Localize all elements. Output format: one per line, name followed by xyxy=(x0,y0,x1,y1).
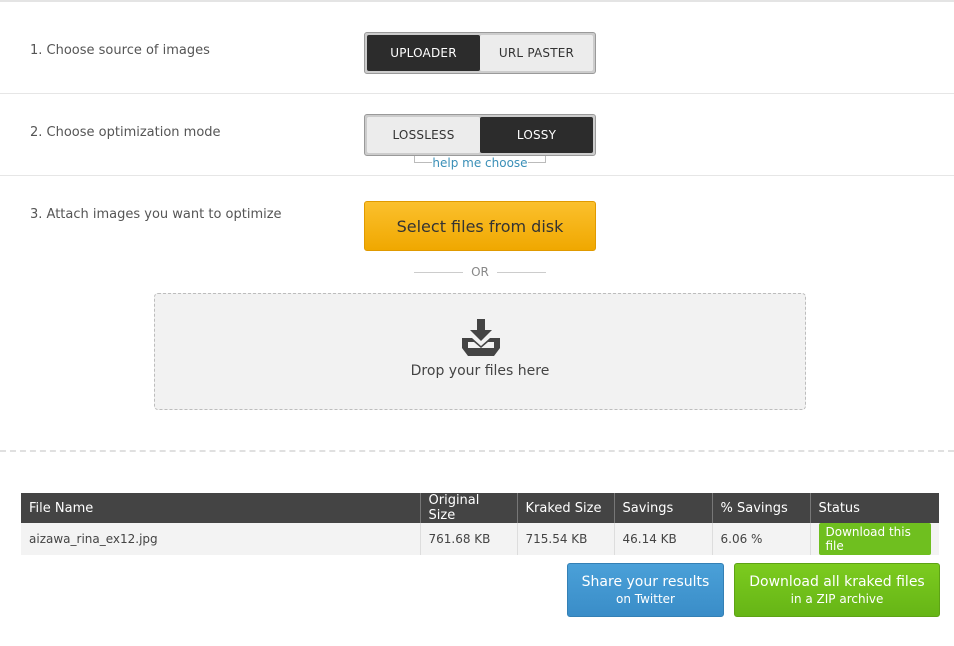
cell-original-size: 761.68 KB xyxy=(420,523,518,555)
url-paster-option[interactable]: URL PASTER xyxy=(480,35,593,71)
cell-file-name: aizawa_rina_ex12.jpg xyxy=(21,523,421,555)
cell-savings: 46.14 KB xyxy=(614,523,713,555)
dropzone[interactable]: Drop your files here xyxy=(154,293,806,410)
share-button-title: Share your results xyxy=(581,574,710,590)
or-label: OR xyxy=(471,265,489,279)
mode-toggle: LOSSLESS LOSSY xyxy=(364,114,596,156)
lossy-option[interactable]: LOSSY xyxy=(480,117,593,153)
step-attach-label: 3. Attach images you want to optimize xyxy=(30,207,282,222)
table-row: aizawa_rina_ex12.jpg 761.68 KB 715.54 KB… xyxy=(21,523,939,555)
cell-kraked-size: 715.54 KB xyxy=(517,523,615,555)
or-separator: OR xyxy=(414,264,547,280)
section-separator xyxy=(0,450,954,452)
divider xyxy=(0,93,954,94)
col-kraked-size: Kraked Size xyxy=(517,493,615,523)
help-choose-wrap: help me choose xyxy=(414,154,546,170)
col-percent-savings: % Savings xyxy=(712,493,811,523)
help-me-choose-link[interactable]: help me choose xyxy=(414,156,546,170)
cell-percent-savings: 6.06 % xyxy=(712,523,811,555)
download-file-button[interactable]: Download this file xyxy=(818,523,931,555)
col-file-name: File Name xyxy=(21,493,421,523)
col-savings: Savings xyxy=(614,493,713,523)
step-source-label: 1. Choose source of images xyxy=(30,43,210,58)
share-twitter-button[interactable]: Share your results on Twitter xyxy=(567,563,724,617)
col-status: Status xyxy=(810,493,939,523)
col-original-size: Original Size xyxy=(420,493,518,523)
uploader-option[interactable]: UPLOADER xyxy=(367,35,480,71)
select-files-button[interactable]: Select files from disk xyxy=(364,201,596,251)
download-all-button[interactable]: Download all kraked files in a ZIP archi… xyxy=(734,563,940,617)
or-line-left xyxy=(414,271,464,273)
step-mode-label: 2. Choose optimization mode xyxy=(30,125,221,140)
source-toggle: UPLOADER URL PASTER xyxy=(364,32,596,74)
results-table: File Name Original Size Kraked Size Savi… xyxy=(21,493,939,555)
cell-status: Download this file xyxy=(810,523,939,555)
download-all-subtitle: in a ZIP archive xyxy=(790,592,884,606)
download-all-title: Download all kraked files xyxy=(749,574,925,590)
share-button-subtitle: on Twitter xyxy=(616,592,675,606)
or-line-right xyxy=(496,271,547,273)
dropzone-text: Drop your files here xyxy=(410,363,550,379)
top-border xyxy=(0,0,954,2)
divider xyxy=(0,175,954,176)
table-header-row: File Name Original Size Kraked Size Savi… xyxy=(21,493,939,523)
download-tray-icon xyxy=(462,319,500,356)
lossless-option[interactable]: LOSSLESS xyxy=(367,117,480,153)
